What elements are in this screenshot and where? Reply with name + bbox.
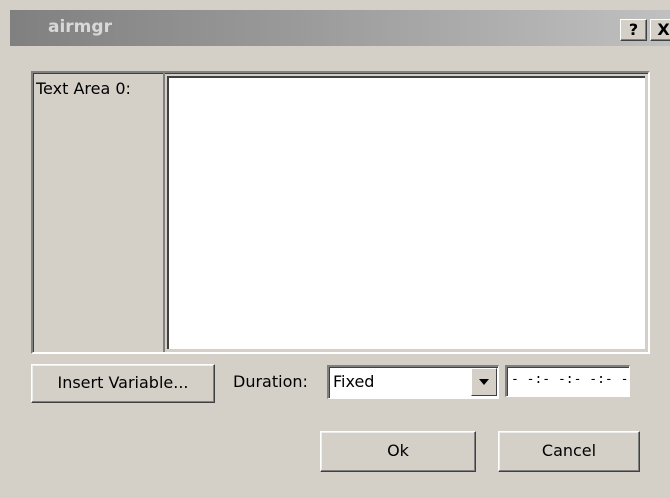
- help-icon: ?: [628, 20, 639, 39]
- text-area-label: Text Area 0:: [36, 79, 131, 98]
- insert-variable-button[interactable]: Insert Variable...: [31, 364, 215, 403]
- duration-dropdown-button[interactable]: [471, 368, 497, 396]
- text-area-frame: Text Area 0:: [31, 71, 650, 354]
- cancel-button[interactable]: Cancel: [498, 431, 640, 472]
- close-icon: X: [657, 20, 670, 39]
- chevron-down-icon: [479, 379, 489, 385]
- close-button[interactable]: X: [650, 19, 670, 41]
- duration-select[interactable]: Fixed: [327, 365, 499, 399]
- duration-time-value: - -:- -:- -:- -: [511, 372, 629, 387]
- ok-button[interactable]: Ok: [320, 431, 476, 472]
- duration-label: Duration:: [233, 372, 308, 391]
- help-button[interactable]: ?: [620, 19, 647, 41]
- window-title: airmgr: [48, 17, 112, 37]
- text-area-input[interactable]: [167, 76, 645, 349]
- title-bar[interactable]: airmgr ? X: [10, 10, 670, 46]
- duration-time-input[interactable]: - -:- -:- -:- -: [505, 365, 630, 397]
- dialog-window: airmgr ? X Text Area 0: Insert Variable.…: [0, 0, 670, 498]
- duration-select-value: Fixed: [333, 372, 375, 391]
- text-area-label-column: Text Area 0:: [33, 73, 165, 352]
